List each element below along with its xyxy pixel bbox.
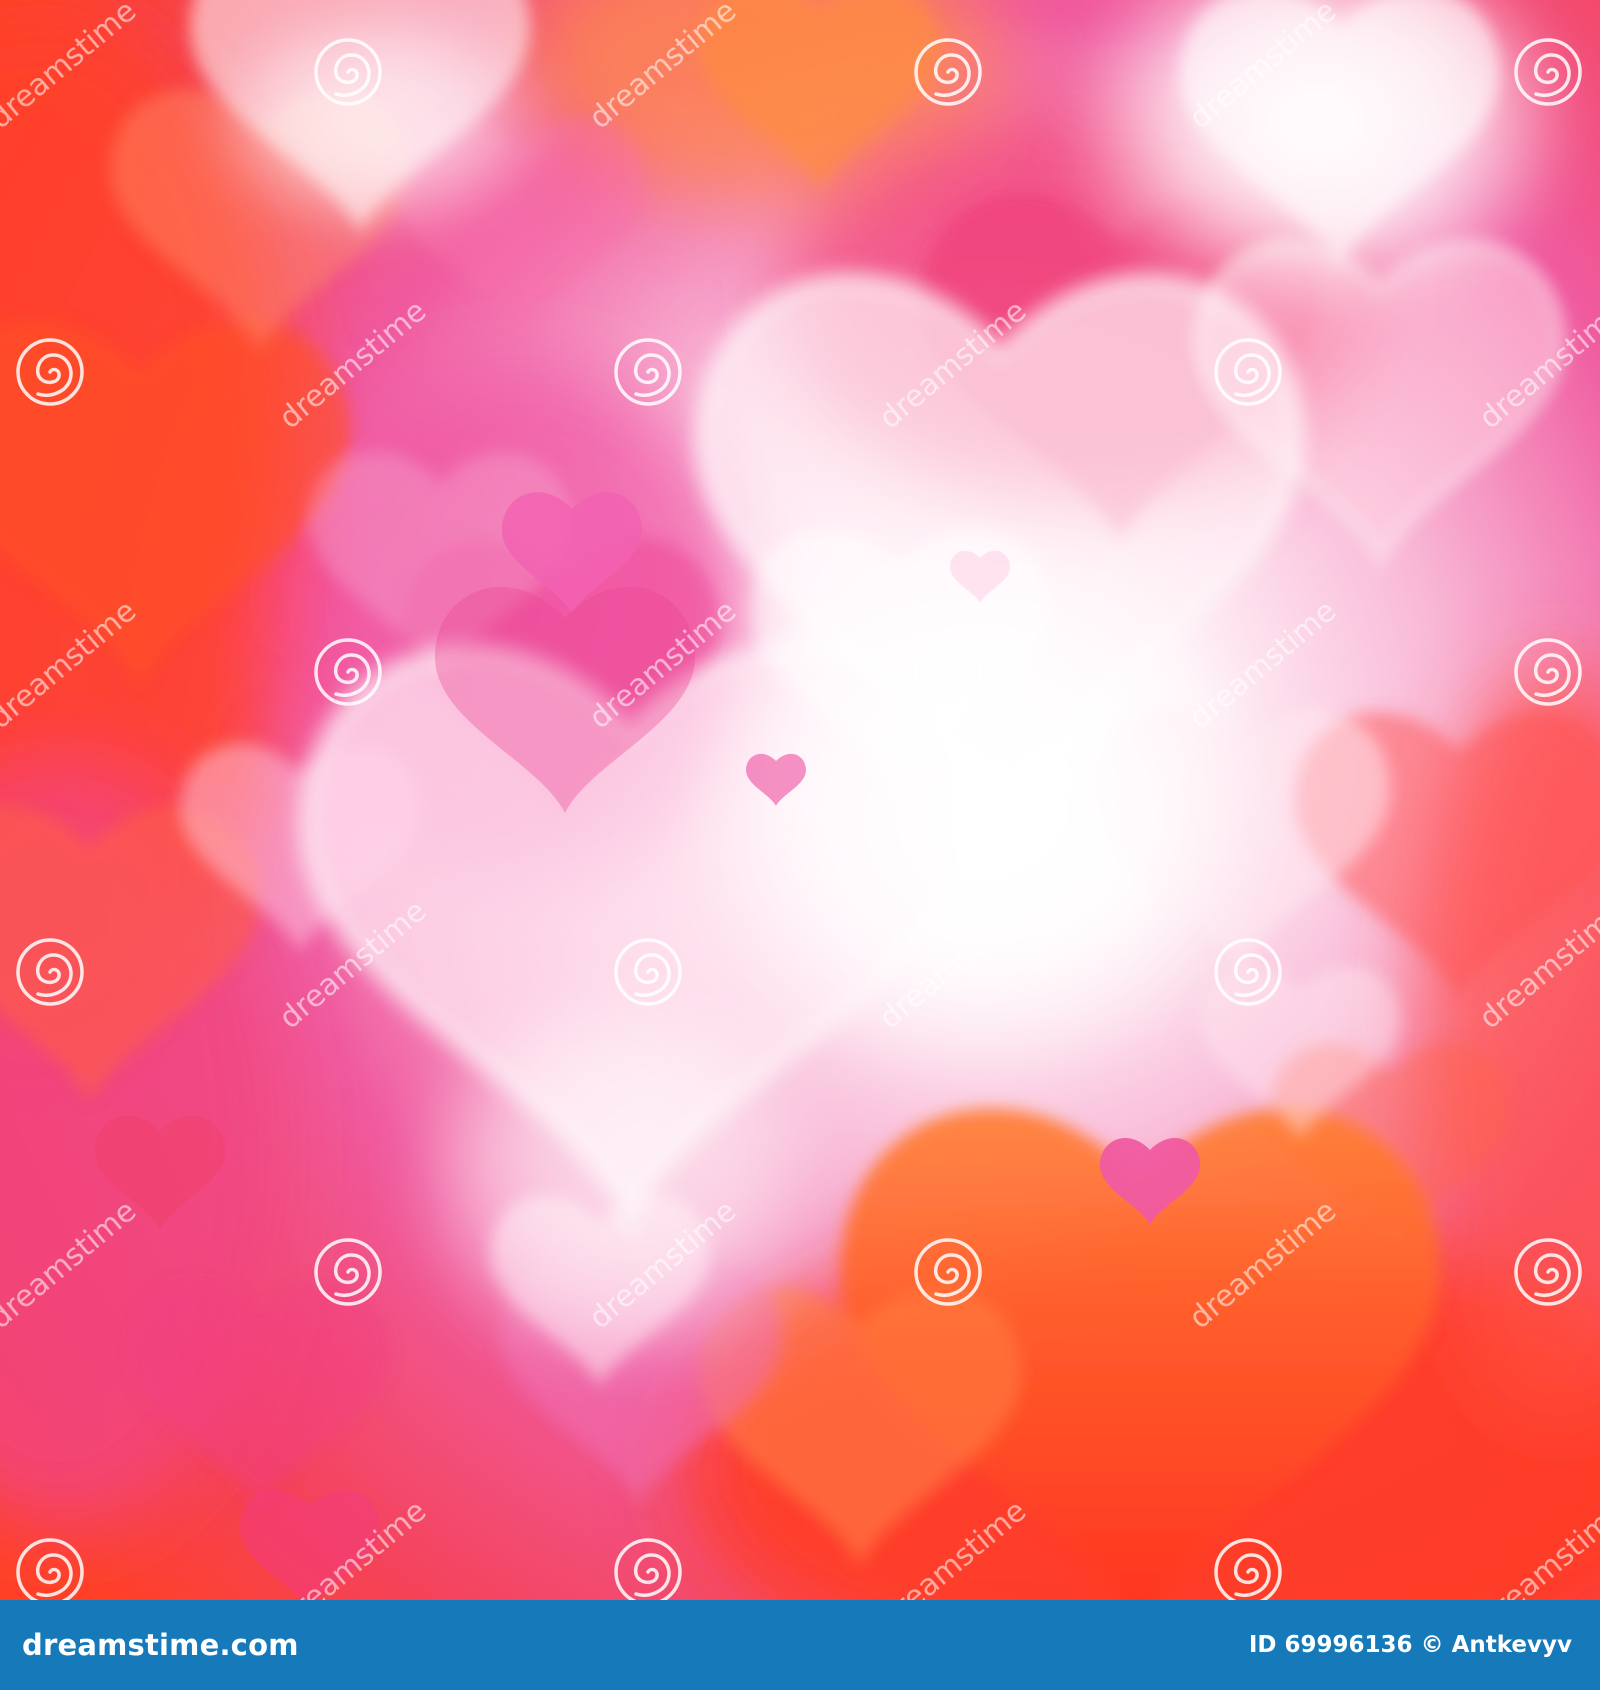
footer-bar: dreamstime.com ID 69996136 © Antkevyv: [0, 1600, 1600, 1690]
image-id: ID 69996136: [1248, 1632, 1413, 1658]
image-info: ID 69996136 © Antkevyv: [1249, 1632, 1572, 1658]
stock-photo-page: dreamstime dreamstime dreamstime dreamst…: [0, 0, 1600, 1690]
hearts-bokeh-image: dreamstime dreamstime dreamstime dreamst…: [0, 0, 1600, 1600]
dreamstime-logo: dreamstime.com: [22, 1628, 299, 1662]
hearts-bokeh-artwork: dreamstime dreamstime dreamstime dreamst…: [0, 0, 1600, 1600]
image-credit: © Antkevyv: [1420, 1632, 1572, 1658]
